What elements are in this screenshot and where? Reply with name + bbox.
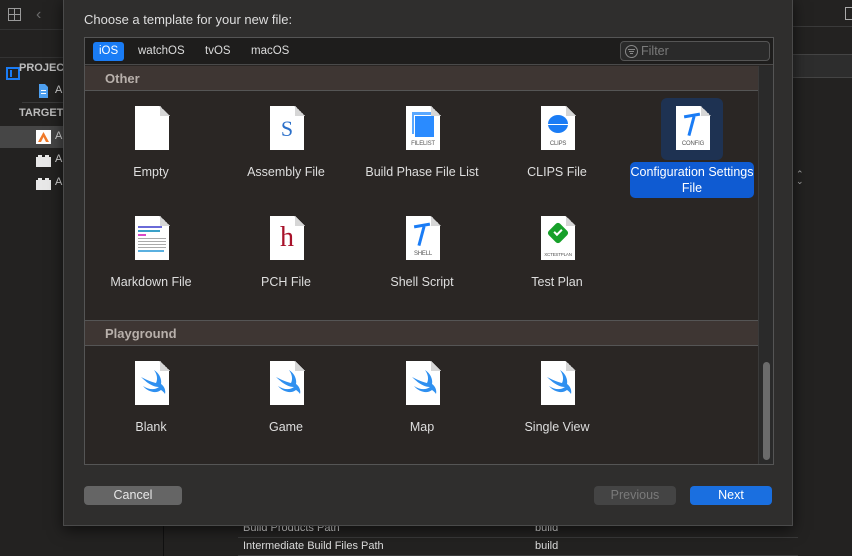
tab-tvos[interactable]: tvOS <box>199 42 237 61</box>
tab-ios[interactable]: iOS <box>93 42 125 61</box>
navigator-toggle-icon[interactable] <box>6 67 20 80</box>
grid-icon[interactable] <box>8 8 21 21</box>
template-label: Configuration Settings File <box>630 162 754 198</box>
template-clips-file[interactable]: CLIPS CLIPS File <box>495 96 619 202</box>
icon-box <box>391 353 453 415</box>
icon-box: CLIPS <box>526 98 588 160</box>
tree-row-label: A <box>55 153 63 165</box>
section-header-playground: Playground <box>85 320 758 346</box>
platform-tabbar: iOS watchOS tvOS macOS <box>85 38 773 65</box>
template-empty[interactable]: Empty <box>89 96 213 202</box>
setting-value: build <box>535 540 559 552</box>
template-label: CLIPS File <box>527 165 587 179</box>
app-target-icon <box>36 130 51 144</box>
template-label: Blank <box>135 420 167 434</box>
template-pch-file[interactable]: h PCH File <box>224 206 348 312</box>
dialog-title: Choose a template for your new file: <box>84 12 293 27</box>
icon-box <box>120 208 182 270</box>
chevron-left-icon[interactable]: ‹ <box>36 6 41 24</box>
icon-box <box>255 353 317 415</box>
template-label: Single View <box>524 420 590 434</box>
icon-box <box>526 353 588 415</box>
template-label: Markdown File <box>110 275 192 289</box>
section-label-targets: TARGET <box>19 107 64 119</box>
tab-macos[interactable]: macOS <box>245 42 295 61</box>
template-list[interactable]: Other Empty S Assembly File FILELIST Bui… <box>85 66 758 464</box>
icon-box <box>120 98 182 160</box>
template-playground-single-view[interactable]: Single View <box>495 351 619 457</box>
previous-button[interactable]: Previous <box>594 486 676 505</box>
icon-box: CONFIG <box>661 98 723 160</box>
file-badge: SHELL <box>413 251 432 257</box>
file-badge: h <box>280 222 294 253</box>
file-badge: XCTESTPLAN <box>544 252 572 257</box>
template-test-plan[interactable]: XCTESTPLAN Test Plan <box>495 206 619 312</box>
bundle-target-icon <box>36 155 51 167</box>
template-chooser: iOS watchOS tvOS macOS Other Empty S Ass… <box>84 37 774 465</box>
filter-input[interactable] <box>641 43 766 59</box>
template-assembly-file[interactable]: S Assembly File <box>224 96 348 202</box>
icon-box: h <box>255 208 317 270</box>
bundle-target-icon <box>36 178 51 190</box>
template-label: Assembly File <box>247 165 325 179</box>
template-label: Empty <box>133 165 169 179</box>
filter-icon <box>625 45 638 58</box>
template-label: Shell Script <box>390 275 454 289</box>
icon-box: FILELIST <box>391 98 453 160</box>
tree-row-label: A <box>55 130 63 142</box>
icon-box: XCTESTPLAN <box>526 208 588 270</box>
section-title: Playground <box>105 326 177 341</box>
icon-box: S <box>255 98 317 160</box>
file-badge: S <box>280 116 294 141</box>
section-header-other: Other <box>85 66 758 91</box>
template-configuration-settings-file[interactable]: CONFIG Configuration Settings File <box>630 96 754 202</box>
next-button[interactable]: Next <box>690 486 772 505</box>
scrollbar-thumb[interactable] <box>763 362 770 460</box>
project-file-icon <box>39 84 48 98</box>
tree-row-label: A <box>55 176 63 188</box>
template-build-phase-file-list[interactable]: FILELIST Build Phase File List <box>360 96 484 202</box>
divider <box>793 26 852 27</box>
setting-key: Intermediate Build Files Path <box>243 540 384 552</box>
tree-row-label: A <box>55 84 63 96</box>
popup-stepper-icon[interactable]: ⌃ ⌄ <box>796 170 804 186</box>
template-playground-map[interactable]: Map <box>360 351 484 457</box>
build-setting-row[interactable]: Intermediate Build Files Path build <box>238 538 798 556</box>
new-file-template-sheet: Choose a template for your new file: iOS… <box>63 0 793 526</box>
template-playground-blank[interactable]: Blank <box>89 351 213 457</box>
template-shell-script[interactable]: SHELL Shell Script <box>360 206 484 312</box>
file-badge: CLIPS <box>549 141 567 147</box>
section-title: Other <box>105 71 140 86</box>
icon-box <box>120 353 182 415</box>
template-playground-game[interactable]: Game <box>224 351 348 457</box>
tab-watchos[interactable]: watchOS <box>132 42 191 61</box>
template-label: Build Phase File List <box>365 165 479 179</box>
template-label: Game <box>268 420 304 434</box>
cancel-button[interactable]: Cancel <box>84 486 182 505</box>
filter-field[interactable] <box>620 41 770 61</box>
editor-right-edge <box>793 0 852 556</box>
inspector-toggle-icon[interactable] <box>845 7 852 20</box>
file-badge: CONFIG <box>681 141 705 147</box>
template-label: Test Plan <box>531 275 583 289</box>
editor-header-bar <box>793 54 852 78</box>
file-badge: FILELIST <box>411 141 435 147</box>
icon-box: SHELL <box>391 208 453 270</box>
template-markdown-file[interactable]: Markdown File <box>89 206 213 312</box>
section-label-project: PROJEC <box>19 62 65 74</box>
template-label: Map <box>409 420 435 434</box>
template-label: PCH File <box>260 275 311 289</box>
vertical-scrollbar[interactable] <box>758 66 773 464</box>
